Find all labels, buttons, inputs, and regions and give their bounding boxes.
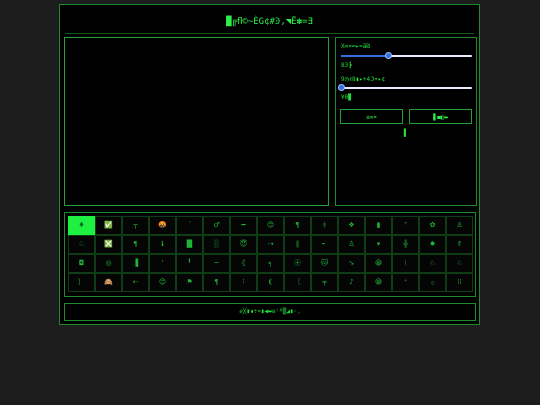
slider2-thumb[interactable] <box>338 84 345 91</box>
glyph-cell[interactable]: ━ <box>230 216 257 235</box>
glyph-palette: ♦ ✅ ┬ 🤬 ˊ ♂ ━ 😊 ¶ ᛄ ❖ ▮ ⁷ ✿ ♙ ♘ ❎ ¶ ℹ █ ░ 😇 ⇢ ∥ ╸ ♙ ▾ ╬ ✸ ⇑ ◘ ◎ ▐ ' ╹ ~ ⦃ ╕ ㊉ 🐱… <box>64 212 476 297</box>
glyph-cell[interactable]: 😊 <box>149 273 176 292</box>
glyph-cell[interactable]: 😁 <box>365 273 392 292</box>
glyph-cell[interactable]: ˊ <box>176 216 203 235</box>
glyph-cell[interactable]: ♂ <box>203 216 230 235</box>
panel-button-1[interactable]: ≡∞¤ <box>340 109 403 124</box>
slider1[interactable] <box>341 52 472 60</box>
glyph-cell[interactable]: ♦ <box>68 216 95 235</box>
slider1-fill <box>341 55 389 57</box>
glyph-cell[interactable]: ⁺ <box>392 273 419 292</box>
glyph-cell[interactable]: ' <box>149 254 176 273</box>
glyph-cell[interactable]: 😁 <box>365 254 392 273</box>
glyph-cell[interactable]: █ <box>176 235 203 254</box>
glyph-cell[interactable]: ⇑ <box>446 235 473 254</box>
slider2-value: ¥0▊ <box>341 94 352 101</box>
glyph-cell[interactable]: ✸ <box>419 235 446 254</box>
glyph-cell[interactable]: ℹ <box>149 235 176 254</box>
glyph-cell[interactable]: ♘ <box>419 254 446 273</box>
window-title: █╔ﬂ©~ÈG¢#Ͽ,◥Ё✽=Ǝ <box>226 17 313 27</box>
glyph-cell[interactable]: ⦃ <box>230 254 257 273</box>
slider2-track <box>341 87 472 89</box>
glyph-cell[interactable]: ▐ <box>122 254 149 273</box>
slider1-value: 83┣ <box>341 62 352 69</box>
glyph-cell[interactable]: ⁝ <box>230 273 257 292</box>
glyph-cell[interactable]: ╬ <box>392 235 419 254</box>
panel-button-2[interactable]: ▋◼◧▬ <box>409 109 472 124</box>
footer-bar: ℯ╳▮◖÷¤▮◀▬≡⁽̈ᵖ▒◢▮◦◞ <box>64 303 476 321</box>
glyph-cell[interactable]: 〖 <box>284 273 311 292</box>
drawing-canvas[interactable] <box>64 37 329 206</box>
glyph-cell[interactable]: 😇 <box>230 235 257 254</box>
glyph-cell[interactable]: ✅ <box>95 216 122 235</box>
status-indicator: ▌ <box>403 129 409 137</box>
glyph-cell[interactable]: ◘ <box>68 254 95 273</box>
glyph-cell[interactable]: ░ <box>203 235 230 254</box>
glyph-cell[interactable]: ◎ <box>95 254 122 273</box>
slider2-label: 9ℌℓ8▮▸+4ℑ☂▸¢ <box>341 76 386 83</box>
glyph-cell[interactable]: ╤ <box>311 273 338 292</box>
glyph-cell[interactable]: ⁞⁞ <box>446 273 473 292</box>
title-divider <box>65 33 474 34</box>
glyph-cell[interactable]: ┬ <box>122 216 149 235</box>
slider1-thumb[interactable] <box>385 52 393 59</box>
control-panel: X∞¤═▸≈ä₪ 83┣ 9ℌℓ8▮▸+4ℑ☂▸¢ ¥0▊ ≡∞¤ ▋◼◧▬ ▌ <box>335 37 477 206</box>
glyph-cell[interactable]: ⁷ <box>392 216 419 235</box>
glyph-cell[interactable]: ¶ <box>122 235 149 254</box>
glyph-cell[interactable]: ➘ <box>338 254 365 273</box>
glyph-cell[interactable]: ⁝ <box>392 254 419 273</box>
glyph-cell[interactable]: ♘ <box>446 254 473 273</box>
glyph-cell[interactable]: ⇠ <box>122 273 149 292</box>
glyph-cell[interactable]: ¶ <box>284 216 311 235</box>
glyph-cell[interactable]: ❖ <box>338 216 365 235</box>
glyph-cell[interactable]: 🤬 <box>149 216 176 235</box>
slider2[interactable] <box>338 84 472 92</box>
app-window: █╔ﬂ©~ÈG¢#Ͽ,◥Ё✽=Ǝ X∞¤═▸≈ä₪ 83┣ 9ℌℓ8▮▸+4ℑ☂… <box>59 4 480 325</box>
slider1-label: X∞¤═▸≈ä₪ <box>341 43 370 50</box>
glyph-cell[interactable]: ~ <box>203 254 230 273</box>
glyph-cell[interactable]: ▾ <box>365 235 392 254</box>
glyph-cell[interactable]: ♙ <box>338 235 365 254</box>
glyph-cell[interactable]: ╹ <box>176 254 203 273</box>
glyph-cell[interactable]: ♪ <box>338 273 365 292</box>
glyph-cell[interactable]: ❎ <box>95 235 122 254</box>
glyph-cell[interactable]: ♘ <box>68 235 95 254</box>
glyph-cell[interactable]: 😊 <box>257 216 284 235</box>
glyph-cell[interactable]: ⚑ <box>176 273 203 292</box>
glyph-cell[interactable]: 🙈 <box>95 273 122 292</box>
glyph-cell[interactable]: ❨ <box>257 273 284 292</box>
glyph-grid: ♦ ✅ ┬ 🤬 ˊ ♂ ━ 😊 ¶ ᛄ ❖ ▮ ⁷ ✿ ♙ ♘ ❎ ¶ ℹ █ ░ 😇 ⇢ ∥ ╸ ♙ ▾ ╬ ✸ ⇑ ◘ ◎ ▐ ' ╹ ~ ⦃ ╕ ㊉ 🐱… <box>68 216 473 292</box>
glyph-cell[interactable]: ╕ <box>257 254 284 273</box>
glyph-cell[interactable]: 〕 <box>68 273 95 292</box>
glyph-cell[interactable]: ♙ <box>446 216 473 235</box>
glyph-cell[interactable]: ¶ <box>203 273 230 292</box>
glyph-cell[interactable]: ㊉ <box>284 254 311 273</box>
glyph-cell[interactable]: ▮ <box>365 216 392 235</box>
glyph-cell[interactable]: ⇢ <box>257 235 284 254</box>
glyph-cell[interactable]: ∥ <box>284 235 311 254</box>
glyph-cell[interactable]: ╸ <box>311 235 338 254</box>
glyph-cell[interactable]: ᛄ <box>311 216 338 235</box>
glyph-cell[interactable]: ✿ <box>419 216 446 235</box>
glyph-cell[interactable]: ۞ <box>419 273 446 292</box>
glyph-cell[interactable]: 🐱 <box>311 254 338 273</box>
